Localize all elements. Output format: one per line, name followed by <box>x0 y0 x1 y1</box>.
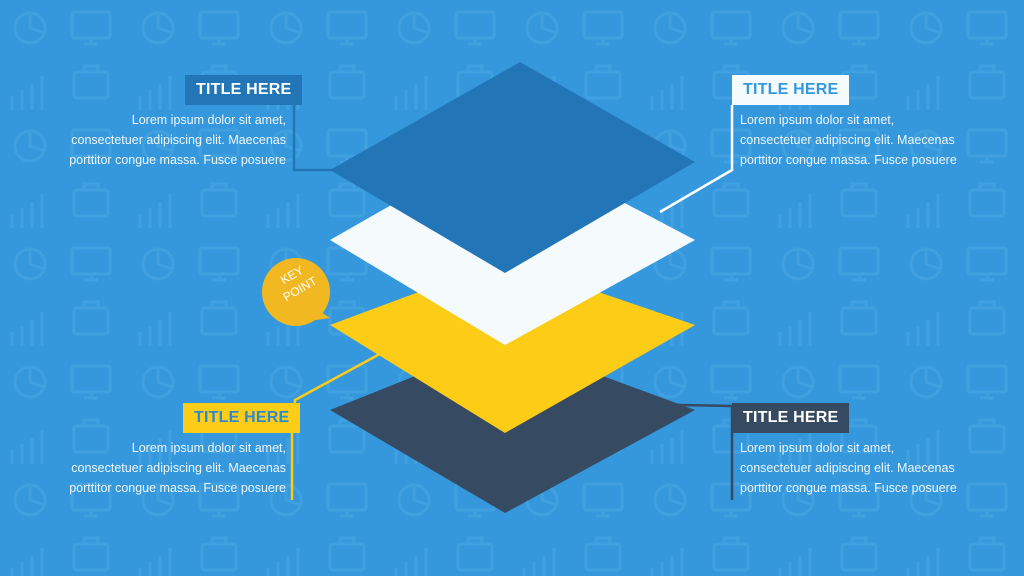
text-line: Lorem ipsum dolor sit amet, <box>131 441 286 455</box>
text-line: consectetuer adipiscing elit. Maecenas <box>740 461 955 475</box>
text-line: porttitor congue massa. Fusce posuere <box>740 481 957 495</box>
text-line: porttitor congue massa. Fusce posuere <box>740 153 957 167</box>
callout-title-top-right: TITLE HERE <box>732 75 850 105</box>
callout-title-top-left: TITLE HERE <box>185 75 303 105</box>
connector-top-left <box>292 103 335 172</box>
text-line: Lorem ipsum dolor sit amet, <box>131 113 286 127</box>
text-line: porttitor congue massa. Fusce posuere <box>69 481 286 495</box>
callout-text-top-left: Lorem ipsum dolor sit amet, consectetuer… <box>50 110 286 170</box>
text-line: Lorem ipsum dolor sit amet, <box>740 441 895 455</box>
callout-text-bottom-right: Lorem ipsum dolor sit amet, consectetuer… <box>740 438 976 498</box>
text-line: porttitor congue massa. Fusce posuere <box>69 153 286 167</box>
text-line: consectetuer adipiscing elit. Maecenas <box>740 133 955 147</box>
callout-title-bottom-left: TITLE HERE <box>183 403 301 433</box>
callout-title-bottom-right: TITLE HERE <box>732 403 850 433</box>
callout-text-top-right: Lorem ipsum dolor sit amet, consectetuer… <box>740 110 976 170</box>
text-line: consectetuer adipiscing elit. Maecenas <box>71 461 286 475</box>
text-line: consectetuer adipiscing elit. Maecenas <box>71 133 286 147</box>
callout-text-bottom-left: Lorem ipsum dolor sit amet, consectetuer… <box>50 438 286 498</box>
slide: TITLE HERE TITLE HERE TITLE HERE TITLE H… <box>0 0 1024 576</box>
text-line: Lorem ipsum dolor sit amet, <box>740 113 895 127</box>
